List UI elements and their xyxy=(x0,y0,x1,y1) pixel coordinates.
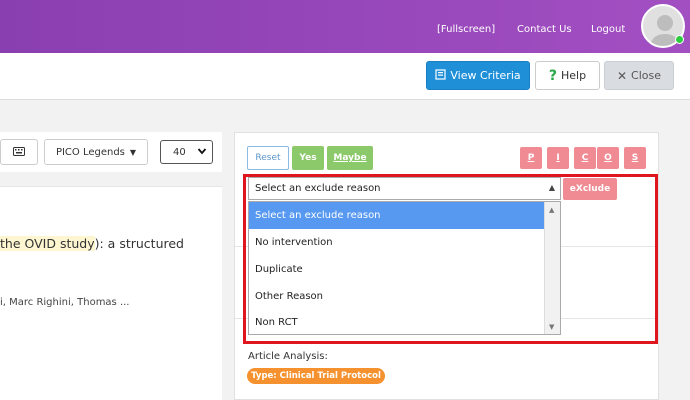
article-authors: i, Marc Righini, Thomas ... xyxy=(0,297,130,308)
article-panel xyxy=(0,186,222,400)
contact-us-link[interactable]: Contact Us xyxy=(517,24,572,35)
view-criteria-label: View Criteria xyxy=(450,69,521,82)
article-analysis-label: Article Analysis: xyxy=(248,351,328,362)
keyboard-shortcuts-button[interactable] xyxy=(0,139,38,165)
reset-button[interactable]: Reset xyxy=(247,146,289,170)
per-page-value: 40 xyxy=(173,146,186,158)
close-button[interactable]: ✕ Close xyxy=(604,61,674,90)
pico-legends-label: PICO Legends xyxy=(55,146,125,158)
article-type-badge: Type: Clinical Trial Protocol xyxy=(247,368,385,384)
per-page-select[interactable]: 40 xyxy=(160,140,213,164)
pico-s-button[interactable]: S xyxy=(624,147,646,169)
logout-link[interactable]: Logout xyxy=(591,24,625,35)
help-button[interactable]: ? Help xyxy=(535,61,600,90)
fullscreen-link[interactable]: [Fullscreen] xyxy=(437,24,495,35)
article-title-highlight: the OVID study xyxy=(0,236,95,251)
pico-c-button[interactable]: C xyxy=(574,147,596,169)
pico-legends-dropdown[interactable]: PICO Legends ▼ xyxy=(44,139,148,165)
chevron-down-icon xyxy=(197,146,207,159)
close-icon: ✕ xyxy=(616,68,628,83)
article-title-rest: ): a structured xyxy=(94,236,184,251)
help-label: Help xyxy=(561,69,587,82)
caret-down-icon: ▼ xyxy=(129,147,137,157)
close-label: Close xyxy=(631,69,662,82)
article-title[interactable]: the OVID study): a structured xyxy=(0,236,222,251)
yes-button[interactable]: Yes xyxy=(292,146,324,170)
keyboard-icon xyxy=(13,146,25,159)
pico-o-button[interactable]: O xyxy=(597,147,619,169)
criteria-icon xyxy=(435,68,446,83)
highlight-frame xyxy=(243,174,658,344)
online-status-dot xyxy=(675,35,684,44)
top-navbar: [Fullscreen] Contact Us Logout xyxy=(0,0,690,53)
pico-i-button[interactable]: I xyxy=(547,147,569,169)
question-icon: ? xyxy=(548,67,558,84)
view-criteria-button[interactable]: View Criteria xyxy=(426,61,530,90)
maybe-button[interactable]: Maybe xyxy=(327,146,373,170)
pico-p-button[interactable]: P xyxy=(520,147,542,169)
